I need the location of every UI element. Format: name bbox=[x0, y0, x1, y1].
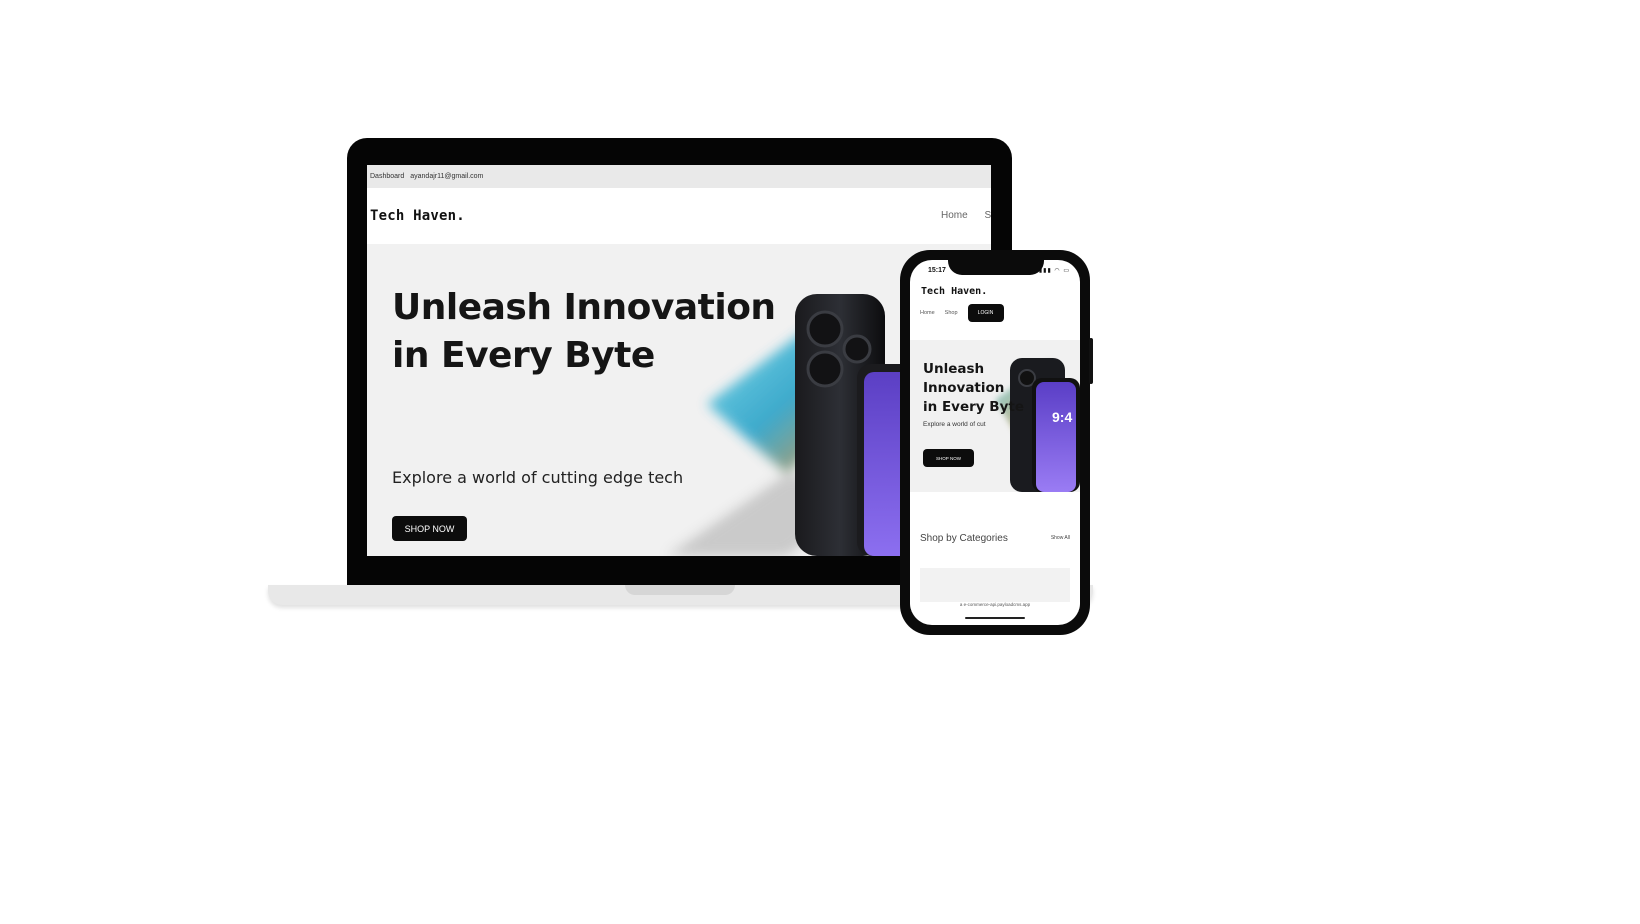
phone-hero-subtitle: Explore a world of cut bbox=[923, 421, 986, 428]
show-all-link[interactable]: Show All bbox=[1051, 535, 1070, 541]
phone-shop-now-button[interactable]: SHOP NOW bbox=[923, 449, 974, 467]
laptop-screen: Dashboard ayandajr11@gmail.com Tech Have… bbox=[367, 165, 991, 556]
phone-hero-title-line-1: Unleash bbox=[923, 361, 985, 377]
hero-title-line-1: Unleash Innovation bbox=[392, 287, 776, 328]
status-time: 15:17 bbox=[928, 267, 946, 274]
login-button[interactable]: LOGIN bbox=[967, 304, 1004, 322]
nav-shop[interactable]: Sh bbox=[984, 210, 991, 221]
laptop-topbar: Dashboard ayandajr11@gmail.com bbox=[367, 165, 991, 188]
phone-notch bbox=[948, 255, 1044, 275]
phone-nav: Home Shop LOGIN bbox=[920, 304, 1004, 322]
category-card[interactable] bbox=[920, 568, 1070, 604]
home-indicator[interactable] bbox=[965, 617, 1025, 619]
phone-hero-title: Unleash Innovation in Every Byte bbox=[923, 360, 1043, 417]
hero-title: Unleash Innovation in Every Byte bbox=[392, 284, 792, 380]
categories-title: Shop by Categories bbox=[920, 533, 1008, 544]
user-email: ayandajr11@gmail.com bbox=[410, 173, 484, 180]
phone-hero-title-line-3: in Every Byte bbox=[923, 399, 1024, 415]
phone-hero-time: 9:4 bbox=[1052, 409, 1072, 425]
dashboard-link[interactable]: Dashboard bbox=[370, 173, 404, 180]
url-bar[interactable]: a e-commerce-api.payloadcms.app bbox=[910, 602, 1080, 612]
phone-nav-home[interactable]: Home bbox=[920, 310, 935, 316]
shop-now-button[interactable]: SHOP NOW bbox=[392, 516, 467, 541]
phone-hero: 9:4 Unleash Innovation in Every Byte Exp… bbox=[910, 340, 1080, 492]
phone-nav-shop[interactable]: Shop bbox=[945, 310, 958, 316]
nav-home[interactable]: Home bbox=[941, 210, 968, 221]
laptop-trackpad-notch bbox=[625, 585, 735, 595]
site-logo[interactable]: Tech Haven. bbox=[370, 208, 465, 224]
phone-side-button bbox=[1089, 338, 1093, 384]
phone-screen: 15:17 ▮▮▮ ◠ ▭ Tech Haven. Home Shop LOGI… bbox=[910, 260, 1080, 625]
phone-hero-title-line-2: Innovation bbox=[923, 380, 1005, 396]
laptop-hero: Unleash Innovation in Every Byte Explore… bbox=[367, 244, 991, 556]
laptop-header: Tech Haven. Home Sh bbox=[367, 188, 991, 244]
status-icons: ▮▮▮ ◠ ▭ bbox=[1038, 268, 1070, 274]
hero-subtitle: Explore a world of cutting edge tech bbox=[392, 468, 684, 487]
phone-site-logo[interactable]: Tech Haven. bbox=[921, 286, 987, 297]
laptop-nav: Home Sh bbox=[941, 210, 991, 221]
hero-title-line-2: in Every Byte bbox=[392, 335, 655, 376]
